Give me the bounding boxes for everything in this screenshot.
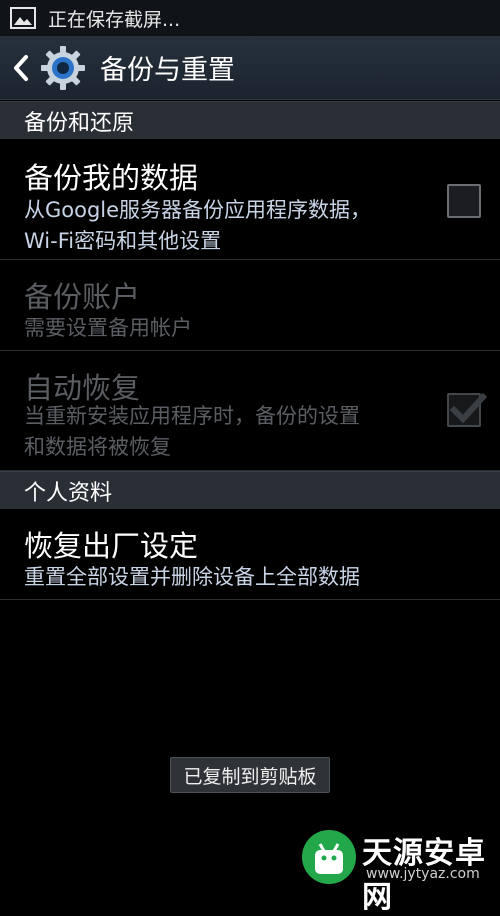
backup-my-data-summary: 从Google服务器备份应用程序数据，Wi-Fi密码和其他设置 (24, 198, 372, 253)
watermark-url: www.jytyaz.com (366, 866, 480, 882)
backup-my-data-checkbox[interactable] (447, 184, 481, 218)
backup-account-summary: 需要设置备用帐户 (24, 316, 192, 340)
toast-message: 已复制到剪贴板 (170, 757, 330, 793)
section-header-backup: 备份和还原 (0, 101, 500, 139)
page-title: 备份与重置 (100, 55, 235, 86)
watermark-logo-icon (302, 830, 356, 884)
action-bar: 备份与重置 (0, 36, 500, 100)
chevron-left-icon[interactable] (10, 53, 32, 83)
backup-account-title: 备份账户 (24, 280, 141, 314)
factory-reset-summary: 重置全部设置并删除设备上全部数据 (24, 565, 360, 589)
auto-restore-checkbox (447, 392, 487, 427)
checkmark-icon (449, 392, 487, 424)
auto-restore-row: 自动恢复 当重新安装应用程序时，备份的设置和数据将被恢复 (0, 351, 500, 471)
image-icon (10, 7, 36, 29)
status-bar: 正在保存截屏... (0, 0, 500, 36)
backup-account-row: 备份账户 需要设置备用帐户 (0, 260, 500, 351)
section-header-personal: 个人资料 (0, 471, 500, 509)
factory-reset-title: 恢复出厂设定 (24, 529, 199, 563)
gear-icon[interactable] (40, 45, 86, 91)
watermark: 天源安卓网 www.jytyaz.com (300, 826, 500, 915)
factory-reset-row[interactable]: 恢复出厂设定 重置全部设置并删除设备上全部数据 (0, 509, 500, 600)
auto-restore-summary: 当重新安装应用程序时，备份的设置和数据将被恢复 (24, 404, 360, 459)
backup-my-data-row[interactable]: 备份我的数据 从Google服务器备份应用程序数据，Wi-Fi密码和其他设置 (0, 139, 500, 260)
status-text: 正在保存截屏... (48, 8, 181, 31)
backup-my-data-title: 备份我的数据 (24, 161, 199, 195)
